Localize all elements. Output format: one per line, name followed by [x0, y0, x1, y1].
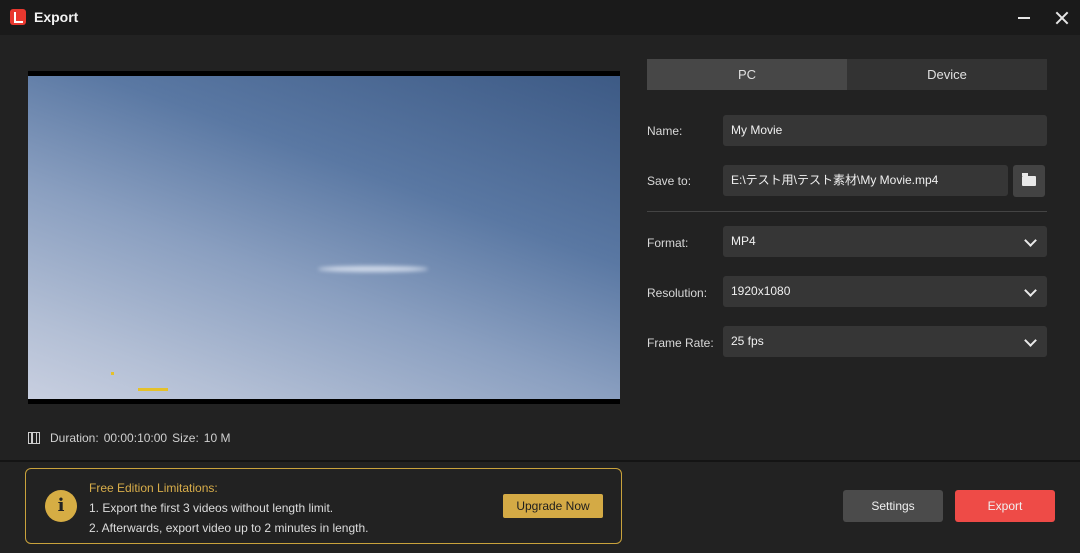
video-preview [28, 71, 620, 404]
folder-icon [1022, 173, 1036, 186]
frame-rate-value: 25 fps [731, 334, 764, 348]
limitation-line-1: 1. Export the first 3 videos without len… [89, 501, 334, 515]
preview-frame [28, 76, 620, 399]
video-info: Duration: 00:00:10:00 Size: 10 M [28, 430, 235, 446]
limitations-title: Free Edition Limitations: [89, 481, 218, 495]
tab-device[interactable]: Device [847, 59, 1047, 90]
format-label: Format: [647, 236, 689, 250]
close-button[interactable] [1044, 0, 1080, 35]
format-select[interactable]: MP4 [723, 226, 1047, 257]
chevron-down-icon [1024, 234, 1037, 247]
export-target-tabs: PC Device [647, 59, 1047, 90]
free-edition-notice: i Free Edition Limitations: 1. Export th… [25, 468, 622, 544]
name-input[interactable]: My Movie [723, 115, 1047, 146]
frame-rate-label: Frame Rate: [647, 336, 714, 350]
tab-pc[interactable]: PC [647, 59, 847, 90]
title-bar: Export [0, 0, 1080, 35]
duration-label: Duration: [50, 431, 99, 445]
chevron-down-icon [1024, 284, 1037, 297]
size-value: 10 M [203, 431, 231, 445]
settings-button[interactable]: Settings [843, 490, 943, 522]
format-value: MP4 [731, 234, 756, 248]
duration-value: 00:00:10:00 [103, 431, 168, 445]
info-icon: i [45, 490, 77, 522]
divider [647, 211, 1047, 212]
chevron-down-icon [1024, 334, 1037, 347]
minimize-button[interactable] [1006, 0, 1042, 35]
resolution-select[interactable]: 1920x1080 [723, 276, 1047, 307]
window-title: Export [34, 9, 79, 25]
resolution-label: Resolution: [647, 286, 708, 300]
upgrade-now-button[interactable]: Upgrade Now [503, 494, 603, 518]
name-label: Name: [647, 124, 683, 138]
film-icon [28, 432, 40, 444]
save-to-label: Save to: [647, 174, 692, 188]
export-dialog: Export Duration: 00:00:10:00 Size: 10 M … [0, 0, 1080, 553]
app-logo-icon [10, 9, 26, 25]
save-path-input[interactable]: E:\テスト用\テスト素材\My Movie.mp4 [723, 165, 1008, 196]
export-button[interactable]: Export [955, 490, 1055, 522]
browse-folder-button[interactable] [1013, 165, 1045, 197]
frame-rate-select[interactable]: 25 fps [723, 326, 1047, 357]
size-label: Size: [172, 431, 199, 445]
limitation-line-2: 2. Afterwards, export video up to 2 minu… [89, 521, 369, 535]
footer-divider [0, 460, 1080, 462]
resolution-value: 1920x1080 [731, 284, 791, 298]
